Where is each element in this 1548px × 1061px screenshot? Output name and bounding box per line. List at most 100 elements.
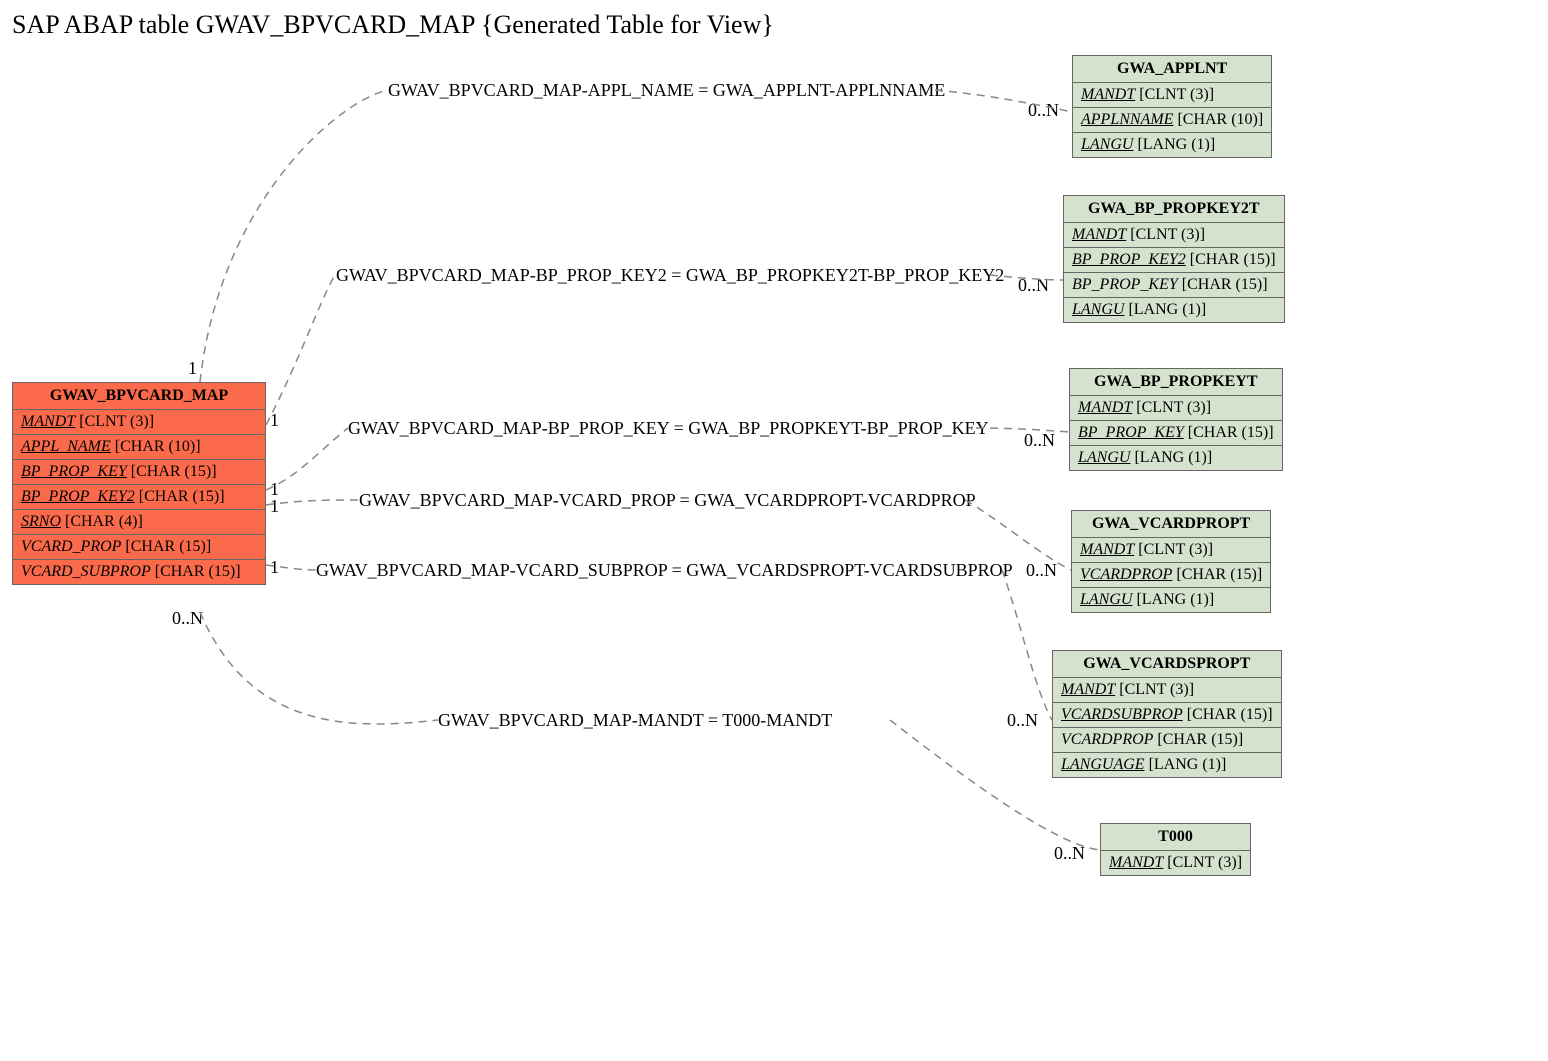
entity-related-5: T000 MANDT [CLNT (3)] <box>1100 823 1251 876</box>
cardinality-main: 1 <box>188 358 197 379</box>
cardinality-main: 0..N <box>172 608 203 629</box>
entity-related-4: GWA_VCARDSPROPT MANDT [CLNT (3)]VCARDSUB… <box>1052 650 1282 778</box>
entity-related-3: GWA_VCARDPROPT MANDT [CLNT (3)]VCARDPROP… <box>1071 510 1271 613</box>
field-type: [CLNT (3)] <box>75 413 154 430</box>
relation-label: GWAV_BPVCARD_MAP-MANDT = T000-MANDT <box>438 710 832 731</box>
cardinality-related: 0..N <box>1024 430 1055 451</box>
field-row: APPL_NAME [CHAR (10)] <box>13 435 265 460</box>
field-type: [CLNT (3)] <box>1115 681 1194 698</box>
field-name: MANDT <box>1072 226 1126 243</box>
entity-related-0: GWA_APPLNT MANDT [CLNT (3)] APPLNNAME [CH… <box>1072 55 1272 158</box>
field-type: [LANG (1)] <box>1124 301 1206 318</box>
field-type: [CHAR (15)] <box>1153 731 1243 748</box>
field-row: MANDT [CLNT (3)] <box>13 410 265 435</box>
field-row: BP_PROP_KEY [CHAR (15)] <box>1064 273 1284 298</box>
field-row: BP_PROP_KEY [CHAR (15)] <box>1070 421 1282 446</box>
field-name: VCARD_PROP <box>21 538 121 555</box>
field-row: VCARDPROP [CHAR (15)] <box>1072 563 1270 588</box>
field-type: [CLNT (3)] <box>1135 86 1214 103</box>
field-name: SRNO <box>21 513 61 530</box>
field-row: LANGUAGE [LANG (1)] <box>1053 753 1281 777</box>
field-row: LANGU [LANG (1)] <box>1064 298 1284 322</box>
entity-main-header: GWAV_BPVCARD_MAP <box>13 383 265 410</box>
field-name: LANGU <box>1081 136 1133 153</box>
field-row: VCARDSUBPROP [CHAR (15)] <box>1053 703 1281 728</box>
field-type: [CHAR (4)] <box>61 513 143 530</box>
relation-label: GWAV_BPVCARD_MAP-BP_PROP_KEY2 = GWA_BP_P… <box>336 265 1004 286</box>
relation-label: GWAV_BPVCARD_MAP-VCARD_PROP = GWA_VCARDP… <box>359 490 976 511</box>
field-type: [LANG (1)] <box>1145 756 1227 773</box>
relation-label: GWAV_BPVCARD_MAP-APPL_NAME = GWA_APPLNT-… <box>388 80 945 101</box>
field-type: [CHAR (15)] <box>1186 251 1276 268</box>
field-type: [LANG (1)] <box>1130 449 1212 466</box>
field-name: APPLNNAME <box>1081 111 1173 128</box>
entity-related-2: GWA_BP_PROPKEYT MANDT [CLNT (3)]BP_PROP_… <box>1069 368 1283 471</box>
cardinality-related: 0..N <box>1028 100 1059 121</box>
field-name: BP_PROP_KEY <box>1072 276 1178 293</box>
field-row: MANDT [CLNT (3)] <box>1073 83 1271 108</box>
field-type: [LANG (1)] <box>1133 136 1215 153</box>
entity-header: GWA_APPLNT <box>1073 56 1271 83</box>
entity-header: GWA_VCARDPROPT <box>1072 511 1270 538</box>
entity-header: GWA_BP_PROPKEY2T <box>1064 196 1284 223</box>
field-type: [CHAR (15)] <box>1178 276 1268 293</box>
field-type: [CHAR (10)] <box>1173 111 1263 128</box>
field-type: [CHAR (15)] <box>135 488 225 505</box>
cardinality-related: 0..N <box>1018 275 1049 296</box>
field-name: BP_PROP_KEY <box>1078 424 1184 441</box>
field-type: [CHAR (15)] <box>127 463 217 480</box>
field-name: LANGU <box>1078 449 1130 466</box>
field-name: BP_PROP_KEY2 <box>21 488 135 505</box>
field-row: VCARDPROP [CHAR (15)] <box>1053 728 1281 753</box>
field-row: LANGU [LANG (1)] <box>1072 588 1270 612</box>
cardinality-main: 1 <box>270 410 279 431</box>
field-name: MANDT <box>1080 541 1134 558</box>
field-name: LANGU <box>1080 591 1132 608</box>
entity-header: GWA_BP_PROPKEYT <box>1070 369 1282 396</box>
field-row: BP_PROP_KEY2 [CHAR (15)] <box>1064 248 1284 273</box>
field-row: MANDT [CLNT (3)] <box>1064 223 1284 248</box>
field-type: [CHAR (15)] <box>151 563 241 580</box>
field-type: [CLNT (3)] <box>1132 399 1211 416</box>
relation-label: GWAV_BPVCARD_MAP-BP_PROP_KEY = GWA_BP_PR… <box>348 418 989 439</box>
field-row: SRNO [CHAR (4)] <box>13 510 265 535</box>
field-type: [CHAR (15)] <box>1183 706 1273 723</box>
field-row: MANDT [CLNT (3)] <box>1070 396 1282 421</box>
field-row: LANGU [LANG (1)] <box>1070 446 1282 470</box>
field-row: MANDT [CLNT (3)] <box>1053 678 1281 703</box>
page-title: SAP ABAP table GWAV_BPVCARD_MAP {Generat… <box>12 10 774 40</box>
cardinality-main: 1 <box>270 557 279 578</box>
field-name: BP_PROP_KEY <box>21 463 127 480</box>
cardinality-related: 0..N <box>1026 560 1057 581</box>
entity-main: GWAV_BPVCARD_MAP MANDT [CLNT (3)]APPL_NA… <box>12 382 266 585</box>
field-row: VCARD_SUBPROP [CHAR (15)] <box>13 560 265 584</box>
cardinality-related: 0..N <box>1054 843 1085 864</box>
field-name: MANDT <box>1081 86 1135 103</box>
cardinality-related: 0..N <box>1007 710 1038 731</box>
field-row: LANGU [LANG (1)] <box>1073 133 1271 157</box>
entity-related-1: GWA_BP_PROPKEY2T MANDT [CLNT (3)]BP_PROP… <box>1063 195 1285 323</box>
field-row: VCARD_PROP [CHAR (15)] <box>13 535 265 560</box>
field-name: VCARD_SUBPROP <box>21 563 151 580</box>
field-name: MANDT <box>1109 854 1163 871</box>
field-row: BP_PROP_KEY [CHAR (15)] <box>13 460 265 485</box>
field-name: BP_PROP_KEY2 <box>1072 251 1186 268</box>
field-type: [CHAR (15)] <box>1184 424 1274 441</box>
cardinality-main: 1 <box>270 496 279 517</box>
entity-header: T000 <box>1101 824 1250 851</box>
field-name: VCARDSUBPROP <box>1061 706 1183 723</box>
field-name: LANGU <box>1072 301 1124 318</box>
field-type: [CHAR (10)] <box>111 438 201 455</box>
field-type: [CLNT (3)] <box>1163 854 1242 871</box>
field-name: VCARDPROP <box>1061 731 1153 748</box>
field-name: LANGUAGE <box>1061 756 1145 773</box>
field-row: BP_PROP_KEY2 [CHAR (15)] <box>13 485 265 510</box>
field-name: VCARDPROP <box>1080 566 1172 583</box>
field-name: MANDT <box>21 413 75 430</box>
field-type: [CHAR (15)] <box>121 538 211 555</box>
field-name: APPL_NAME <box>21 438 111 455</box>
field-row: MANDT [CLNT (3)] <box>1072 538 1270 563</box>
field-row: MANDT [CLNT (3)] <box>1101 851 1250 875</box>
field-name: MANDT <box>1078 399 1132 416</box>
entity-header: GWA_VCARDSPROPT <box>1053 651 1281 678</box>
